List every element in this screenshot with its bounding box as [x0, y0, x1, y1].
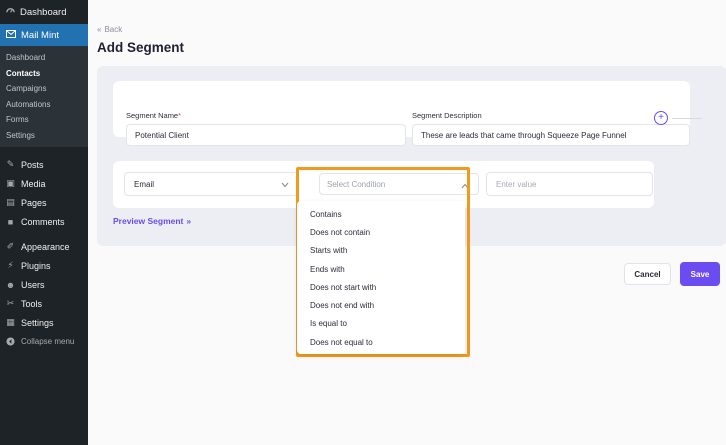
sidebar-item-label: Settings [21, 317, 54, 328]
sidebar-item-label: Comments [21, 216, 65, 227]
back-label: Back [104, 25, 123, 34]
collapse-icon [6, 337, 15, 346]
condition-option[interactable]: Does not start with [297, 278, 465, 296]
condition-option[interactable]: Does not contain [297, 223, 465, 241]
field-select-value: Email [134, 179, 155, 189]
sidebar-item-comments[interactable]: ■ Comments [0, 212, 88, 231]
segment-name-label: Segment Name* [126, 111, 182, 120]
sidebar-item-appearance[interactable]: ✐ Appearance [0, 237, 88, 256]
segment-description-input[interactable]: These are leads that came through Squeez… [412, 124, 690, 146]
dashboard-icon [6, 6, 15, 18]
pin-icon: ✎ [6, 159, 15, 169]
sidebar-item-label: Dashboard [20, 6, 67, 18]
wrench-icon: ✂ [6, 298, 15, 308]
sidebar-item-tools[interactable]: ✂ Tools [0, 294, 88, 313]
submenu-item-contacts[interactable]: Contacts [0, 66, 88, 82]
double-chevron-right-icon: » [186, 216, 192, 226]
sidebar-item-pages[interactable]: ▤ Pages [0, 193, 88, 212]
sidebar-item-mail-mint[interactable]: Mail Mint [0, 24, 88, 46]
condition-option[interactable]: Does not equal to [297, 333, 465, 351]
preview-segment-label: Preview Segment [113, 216, 184, 226]
sidebar-item-label: Tools [21, 298, 43, 309]
double-chevron-left-icon: « [97, 25, 102, 34]
condition-option[interactable]: Ends with [297, 260, 465, 278]
submenu-item-dashboard[interactable]: Dashboard [0, 50, 88, 66]
condition-option[interactable]: Is equal to [297, 315, 465, 333]
add-condition-button[interactable]: + [654, 111, 668, 125]
mail-mint-submenu: Dashboard Contacts Campaigns Automations For… [0, 46, 88, 147]
save-button[interactable]: Save [680, 262, 720, 286]
sidebar-item-label: Posts [21, 159, 44, 170]
plugin-icon: ⚡ [7, 260, 14, 270]
sidebar-item-dashboard[interactable]: Dashboard [0, 0, 88, 24]
sidebar-item-label: Plugins [21, 260, 51, 271]
sidebar-item-label: Mail Mint [21, 29, 60, 41]
submenu-item-campaigns[interactable]: Campaigns [0, 81, 88, 97]
condition-option[interactable]: Does not end with [297, 296, 465, 314]
sidebar-item-plugins[interactable]: ⚡ Plugins [0, 256, 88, 275]
segment-details-card: Segment Name* Potential Client Segment D… [113, 81, 690, 146]
sidebar-item-label: Pages [21, 197, 47, 208]
main-content: « Back Add Segment Segment Name* Potenti… [88, 0, 726, 445]
sidebar-item-label: Appearance [21, 241, 70, 252]
collapse-menu-label: Collapse menu [21, 337, 75, 346]
mail-icon [6, 29, 16, 41]
admin-sidebar: Dashboard Mail Mint Dashboard Contacts Cam… [0, 0, 88, 445]
chevron-down-icon [281, 181, 289, 188]
condition-dropdown: Contains Does not contain Starts with Ends … [297, 201, 465, 354]
comments-icon: ■ [7, 216, 14, 227]
sidebar-item-users[interactable]: ☻ Users [0, 275, 88, 294]
users-icon: ☻ [5, 279, 16, 290]
collapse-menu-button[interactable]: Collapse menu [0, 332, 88, 351]
sidebar-item-label: Media [21, 178, 46, 189]
pages-icon: ▤ [6, 197, 15, 207]
segment-name-input[interactable]: Potential Client [126, 124, 406, 146]
sidebar-item-settings[interactable]: ▦ Settings [0, 313, 88, 332]
page-title: Add Segment [97, 40, 185, 55]
field-select[interactable]: Email [124, 172, 299, 196]
divider [672, 118, 702, 119]
brush-icon: ✐ [6, 241, 15, 251]
back-link[interactable]: « Back [97, 25, 122, 34]
preview-segment-link[interactable]: Preview Segment » [113, 216, 191, 226]
plus-icon: + [658, 112, 664, 123]
sidebar-item-media[interactable]: ▣ Media [0, 174, 88, 193]
segment-description-label: Segment Description [412, 111, 482, 120]
condition-value-input[interactable]: Enter value [486, 172, 653, 196]
submenu-item-forms[interactable]: Forms [0, 112, 88, 128]
media-icon: ▣ [6, 178, 15, 188]
submenu-item-settings[interactable]: Settings [0, 128, 88, 144]
cancel-button[interactable]: Cancel [624, 263, 671, 285]
sidebar-item-label: Users [21, 279, 45, 290]
condition-option[interactable]: Starts with [297, 242, 465, 260]
settings-icon: ▦ [6, 317, 15, 327]
sidebar-item-posts[interactable]: ✎ Posts [0, 155, 88, 174]
condition-option[interactable]: Contains [297, 205, 465, 223]
submenu-item-automations[interactable]: Automations [0, 97, 88, 113]
